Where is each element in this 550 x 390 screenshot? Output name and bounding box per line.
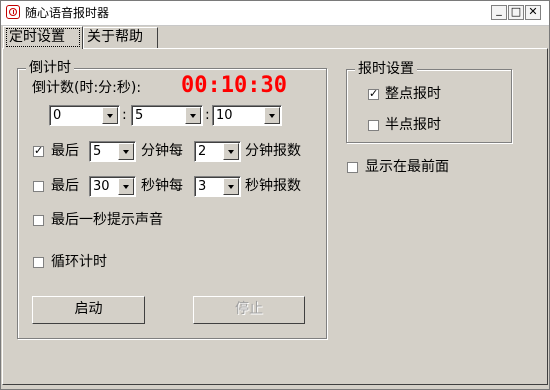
on-the-half-hour-checkbox[interactable] (368, 120, 379, 131)
last-second-sound-checkbox[interactable] (33, 215, 44, 226)
chevron-down-icon[interactable] (102, 107, 118, 124)
tab-label: 关于帮助 (87, 29, 143, 45)
countdown-label: 倒计数(时:分:秒): (32, 80, 142, 96)
maximize-icon: □ (510, 5, 522, 18)
tab-label: 定时设置 (6, 28, 80, 47)
chevron-down-icon[interactable] (264, 107, 280, 124)
rule1-checkbox[interactable] (33, 144, 44, 158)
start-button[interactable]: 启动 (32, 296, 145, 324)
window-title: 随心语音报时器 (25, 6, 110, 20)
minimize-button[interactable]: _ (491, 3, 507, 20)
rule1-prefix: 最后 (51, 143, 79, 159)
chevron-down-icon[interactable] (223, 143, 239, 160)
seconds-select[interactable]: 10 (212, 105, 282, 126)
title-bar[interactable]: 随心语音报时器 _ □ ✕ (1, 1, 549, 26)
rule1-interval-select[interactable]: 2 (194, 141, 241, 162)
rule2-interval-value: 3 (198, 179, 207, 194)
seconds-value: 10 (216, 108, 233, 123)
loop-label[interactable]: 循环计时 (51, 253, 107, 271)
chevron-down-icon[interactable] (118, 178, 134, 195)
rule2-seconds-select[interactable]: 30 (89, 176, 136, 197)
minutes-value: 5 (135, 108, 144, 123)
last-second-sound-label[interactable]: 最后一秒提示声音 (51, 211, 163, 229)
chevron-down-icon[interactable] (118, 143, 134, 160)
always-on-top-label[interactable]: 显示在最前面 (365, 158, 449, 176)
rule1-minutes-select[interactable]: 5 (89, 141, 136, 162)
hours-select[interactable]: 0 (49, 105, 120, 126)
close-icon: ✕ (528, 5, 538, 18)
time-separator: : (205, 107, 210, 123)
stop-button[interactable]: 停止 (193, 296, 305, 324)
hours-value: 0 (53, 108, 62, 123)
rule1-minutes-value: 5 (93, 144, 102, 159)
countdown-display: 00:10:30 (181, 73, 287, 98)
time-separator: : (122, 107, 127, 123)
rule1-suffix: 分钟报数 (245, 143, 301, 159)
close-button[interactable]: ✕ (525, 5, 541, 20)
rule1-interval-value: 2 (198, 144, 207, 159)
rule2-interval-select[interactable]: 3 (194, 176, 241, 197)
minimize-icon: _ (496, 3, 502, 16)
app-window: 随心语音报时器 _ □ ✕ 定时设置 关于帮助 倒计时 倒计数(时:分:秒): … (0, 0, 550, 390)
maximize-button[interactable]: □ (508, 5, 524, 20)
rule2-prefix: 最后 (51, 178, 79, 194)
rule1-mid: 分钟每 (141, 143, 183, 159)
chevron-down-icon[interactable] (185, 107, 201, 124)
chevron-down-icon[interactable] (223, 178, 239, 195)
loop-checkbox[interactable] (33, 257, 44, 268)
rule2-checkbox[interactable] (33, 181, 44, 192)
rule2-mid: 秒钟每 (141, 178, 183, 194)
alarm-clock-icon (6, 5, 20, 19)
on-the-half-hour-label[interactable]: 半点报时 (385, 116, 441, 134)
on-the-hour-checkbox[interactable] (368, 87, 379, 101)
rule2-suffix: 秒钟报数 (245, 178, 301, 194)
report-group-title: 报时设置 (355, 60, 417, 78)
rule2-seconds-value: 30 (93, 179, 110, 194)
always-on-top-checkbox[interactable] (347, 162, 358, 173)
tab-about-help[interactable]: 关于帮助 (83, 27, 158, 48)
tab-timer-settings[interactable]: 定时设置 (3, 26, 83, 49)
minutes-select[interactable]: 5 (131, 105, 203, 126)
on-the-hour-label[interactable]: 整点报时 (385, 85, 441, 103)
countdown-group-title: 倒计时 (26, 59, 74, 77)
